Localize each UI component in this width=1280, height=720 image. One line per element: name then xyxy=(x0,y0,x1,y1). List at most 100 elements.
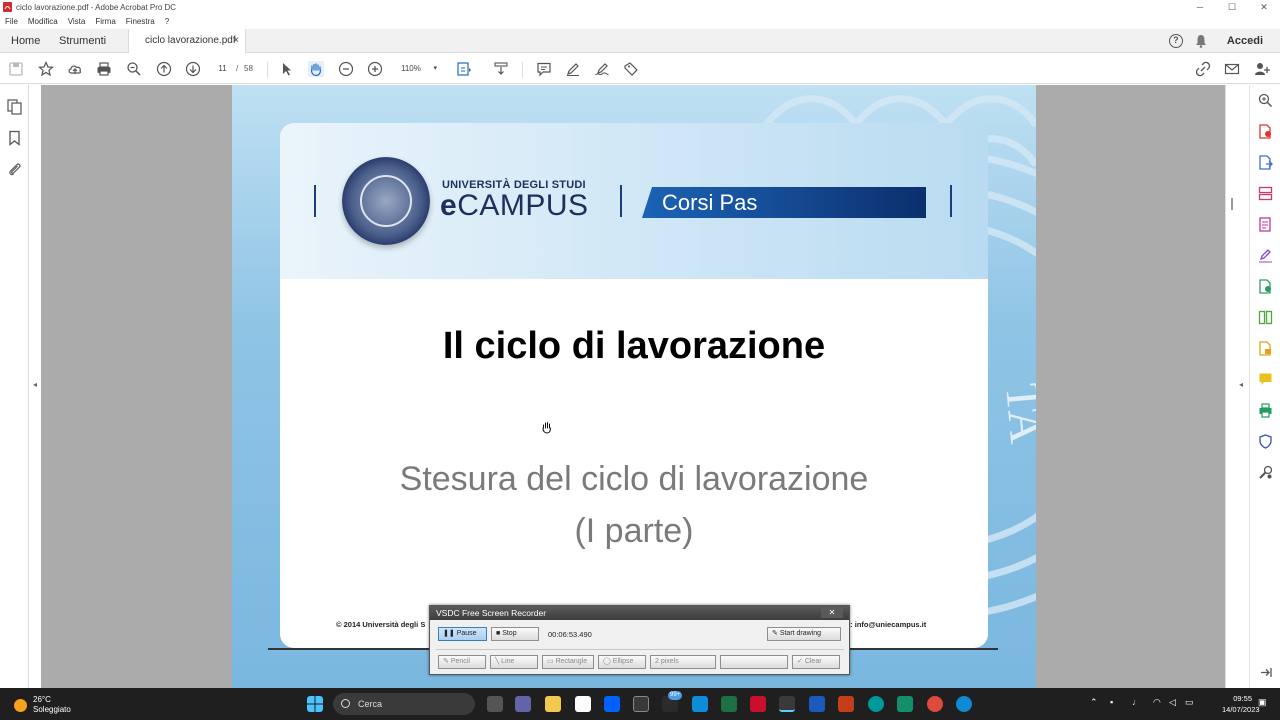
microphone-icon[interactable]: ♩ xyxy=(1132,697,1141,707)
close-window-button[interactable]: ✕ xyxy=(1248,0,1280,14)
color-select[interactable] xyxy=(720,655,788,669)
minimize-button[interactable]: ─ xyxy=(1184,0,1216,14)
dropbox-icon[interactable] xyxy=(604,696,620,712)
print-icon[interactable] xyxy=(95,60,113,78)
vertical-scrollbar[interactable] xyxy=(1225,85,1249,688)
battery-icon[interactable]: ▭ xyxy=(1185,697,1194,708)
vsdc-title-bar[interactable]: VSDC Free Screen Recorder ✕ xyxy=(430,606,849,620)
microsoft-store-icon[interactable] xyxy=(633,696,649,712)
email-icon[interactable] xyxy=(1223,60,1241,78)
save-icon[interactable] xyxy=(7,60,25,78)
stamp-tag-icon[interactable] xyxy=(622,60,640,78)
sign-in-button[interactable]: Accedi xyxy=(1227,35,1263,47)
tab-close-icon[interactable]: × xyxy=(233,29,239,53)
excel-icon[interactable] xyxy=(721,696,737,712)
bookmark-star-icon[interactable] xyxy=(37,60,55,78)
menu-window[interactable]: Finestra xyxy=(126,17,155,26)
help-icon[interactable]: ? xyxy=(1168,34,1183,48)
highlight-pen-icon[interactable] xyxy=(564,60,582,78)
tab-tools[interactable]: Strumenti xyxy=(59,29,106,53)
collapse-left-pane-icon[interactable]: ◂ xyxy=(33,380,37,389)
menu-file[interactable]: File xyxy=(5,17,18,26)
scroll-mode-icon[interactable] xyxy=(492,60,510,78)
menu-edit[interactable]: Modifica xyxy=(28,17,58,26)
vsdc-title: VSDC Free Screen Recorder xyxy=(436,608,547,618)
collapse-right-pane-icon[interactable]: ◂ xyxy=(1239,380,1243,389)
volume-icon[interactable]: ◁ xyxy=(1169,697,1176,708)
print-production-icon[interactable] xyxy=(1258,403,1273,418)
edge-icon[interactable] xyxy=(956,696,972,712)
photos-icon[interactable] xyxy=(692,696,708,712)
acrobat-taskbar-icon[interactable] xyxy=(779,696,795,712)
organize-pages-icon[interactable] xyxy=(1258,186,1273,201)
comment-icon[interactable] xyxy=(535,60,553,78)
line-width-select[interactable]: 2 pixels xyxy=(650,655,716,669)
more-tools-icon[interactable] xyxy=(1258,465,1273,480)
wifi-icon[interactable]: ◠ xyxy=(1153,697,1161,708)
file-explorer-icon[interactable] xyxy=(545,696,561,712)
windows-start-icon[interactable] xyxy=(307,696,323,712)
menu-help[interactable]: ? xyxy=(165,17,169,26)
ellipse-tool-button[interactable]: ◯ Ellipse xyxy=(598,655,646,669)
menu-sign[interactable]: Firma xyxy=(95,17,115,26)
hand-tool-icon[interactable] xyxy=(307,60,325,78)
sign-pen-icon[interactable] xyxy=(593,60,611,78)
add-user-icon[interactable] xyxy=(1253,60,1271,78)
fill-sign-icon[interactable] xyxy=(1258,248,1273,263)
arduino-icon[interactable] xyxy=(868,696,884,712)
zoom-out-icon[interactable] xyxy=(337,60,355,78)
zoom-level-select[interactable]: 110% ▾ xyxy=(397,62,441,76)
send-for-review-icon[interactable] xyxy=(1258,279,1273,294)
search-icon[interactable] xyxy=(1258,93,1273,108)
show-hidden-icons-icon[interactable]: ⌃ xyxy=(1090,697,1098,708)
next-page-icon[interactable] xyxy=(184,60,202,78)
weather-widget[interactable]: 26°C Soleggiato xyxy=(14,695,71,715)
edit-pdf-icon[interactable] xyxy=(1258,217,1273,232)
zoom-search-icon[interactable] xyxy=(125,60,143,78)
navigation-pane xyxy=(0,85,29,688)
vsdc-close-button[interactable]: ✕ xyxy=(821,607,843,618)
rectangle-tool-button[interactable]: ▭ Rectangle xyxy=(542,655,594,669)
vsdc-taskbar-icon[interactable] xyxy=(897,696,913,712)
word-icon[interactable] xyxy=(809,696,825,712)
export-pdf-icon[interactable] xyxy=(1258,124,1273,139)
task-view-icon[interactable] xyxy=(487,696,503,712)
security-shield-icon[interactable] xyxy=(1258,434,1273,449)
app-tray-icon[interactable]: ▪ xyxy=(1110,697,1113,707)
bookmarks-icon[interactable] xyxy=(7,130,22,146)
fit-page-icon[interactable] xyxy=(455,60,473,78)
powerpoint-icon[interactable] xyxy=(838,696,854,712)
system-clock[interactable]: 09:55 14/07/2023 xyxy=(1222,693,1260,715)
clear-button[interactable]: ✓ Clear xyxy=(792,655,840,669)
attachments-icon[interactable] xyxy=(7,161,22,177)
start-drawing-button[interactable]: ✎ Start drawing xyxy=(767,627,841,641)
line-tool-button[interactable]: ╲ Line xyxy=(490,655,538,669)
cloud-upload-icon[interactable] xyxy=(66,60,84,78)
notification-bell-icon[interactable] xyxy=(1195,34,1207,48)
teams-chat-icon[interactable] xyxy=(515,696,531,712)
protect-pdf-icon[interactable] xyxy=(1258,341,1273,356)
taskbar-search[interactable]: Cerca xyxy=(333,693,475,715)
pencil-tool-button[interactable]: ✎ Pencil xyxy=(438,655,486,669)
scrollbar-thumb[interactable] xyxy=(1231,198,1233,210)
comment-tool-icon[interactable] xyxy=(1258,372,1273,387)
select-cursor-icon[interactable] xyxy=(278,60,296,78)
maximize-button[interactable]: ☐ xyxy=(1216,0,1248,14)
expand-pane-icon[interactable] xyxy=(1258,665,1273,680)
tab-home[interactable]: Home xyxy=(11,29,40,53)
page-thumbnails-icon[interactable] xyxy=(7,99,22,115)
compare-files-icon[interactable] xyxy=(1258,310,1273,325)
solidworks-icon[interactable] xyxy=(750,696,766,712)
pause-button[interactable]: ❚❚ Pause xyxy=(438,627,487,641)
zoom-in-icon[interactable] xyxy=(366,60,384,78)
page-number-input[interactable]: 11 xyxy=(210,62,235,76)
chrome-icon[interactable] xyxy=(927,696,943,712)
create-pdf-icon[interactable] xyxy=(1258,155,1273,170)
previous-page-icon[interactable] xyxy=(155,60,173,78)
share-link-icon[interactable] xyxy=(1194,60,1212,78)
amazon-icon[interactable] xyxy=(575,696,591,712)
stop-button[interactable]: ■ Stop xyxy=(491,627,539,641)
menu-view[interactable]: Vista xyxy=(68,17,86,26)
notification-center-icon[interactable]: ▣ xyxy=(1258,697,1267,708)
tab-document[interactable]: ciclo lavorazione.pdf × xyxy=(128,29,246,53)
